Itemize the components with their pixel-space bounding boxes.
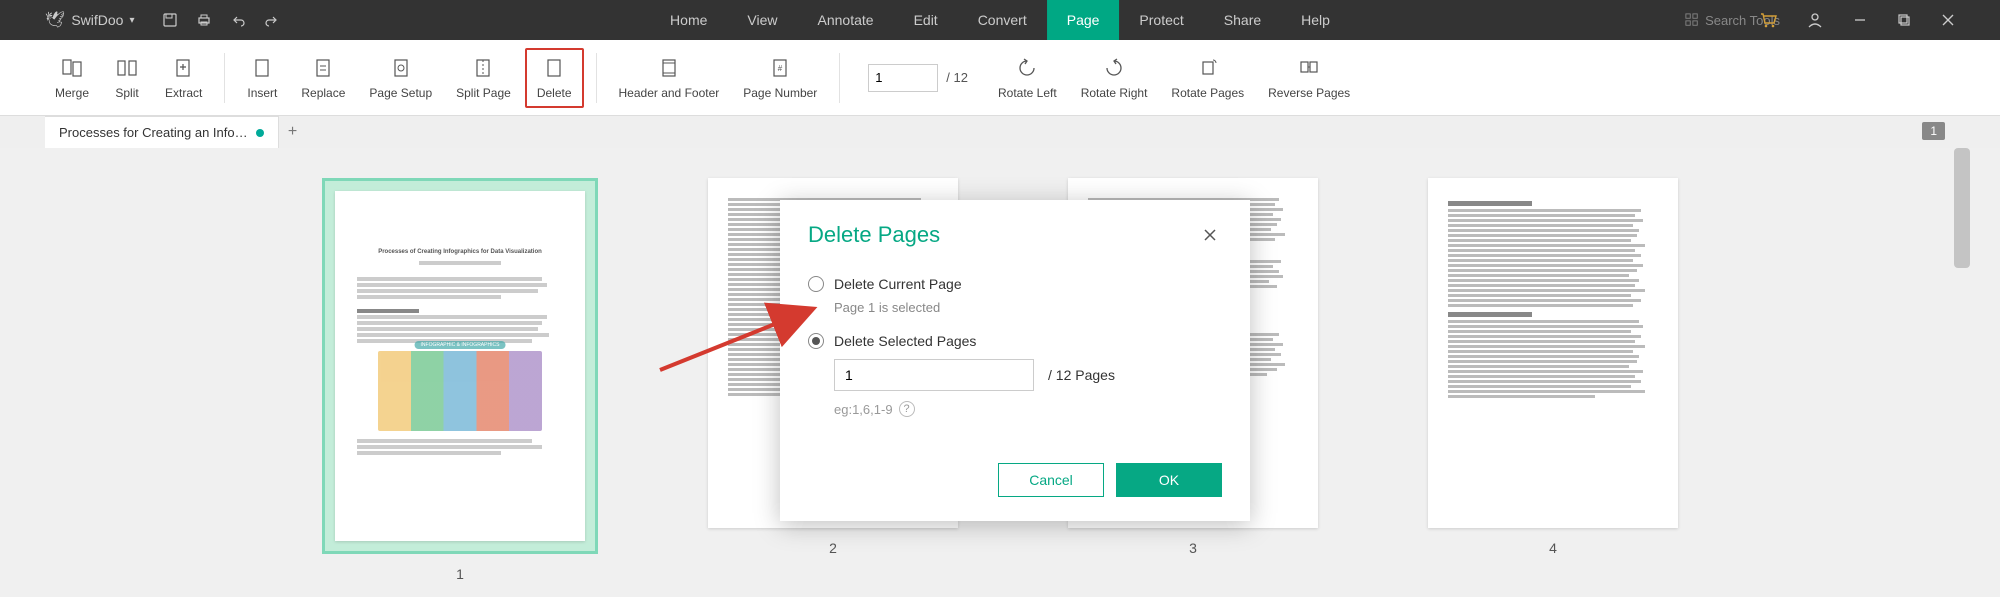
rotate-right-icon [1102,56,1126,80]
page-label: 2 [829,540,837,556]
page-thumb-4[interactable]: 4 [1428,178,1678,556]
page-number-icon: # [768,56,792,80]
menu-view[interactable]: View [727,0,797,40]
menubar: Home View Annotate Edit Convert Page Pro… [650,0,1350,40]
pages-total-suffix: / 12 Pages [1048,367,1115,383]
extract-button[interactable]: Extract [155,50,212,106]
rotate-pages-icon [1196,56,1220,80]
vertical-scrollbar[interactable] [1954,148,1970,588]
replace-button[interactable]: Replace [291,50,355,106]
split-page-button[interactable]: Split Page [446,50,521,106]
menu-home[interactable]: Home [650,0,727,40]
page-thumb-1[interactable]: Processes of Creating Infographics for D… [322,178,598,582]
page-setup-icon [389,56,413,80]
page-label: 1 [456,566,464,582]
ok-button[interactable]: OK [1116,463,1222,497]
page-setup-button[interactable]: Page Setup [359,50,442,106]
menu-annotate[interactable]: Annotate [798,0,894,40]
document-tab[interactable]: Processes for Creating an Info… [45,116,279,148]
minimize-icon[interactable] [1853,13,1867,27]
radio-icon [808,276,824,292]
merge-icon [60,56,84,80]
separator [224,53,225,103]
page-number-button[interactable]: # Page Number [733,50,827,106]
save-icon[interactable] [162,12,178,28]
rotate-left-icon [1015,56,1039,80]
insert-icon [250,56,274,80]
split-icon [115,56,139,80]
header-footer-button[interactable]: Header and Footer [609,50,730,106]
undo-icon[interactable] [230,12,246,28]
insert-button[interactable]: Insert [237,50,287,106]
dialog-title: Delete Pages [808,222,940,248]
dialog-close-button[interactable] [1198,223,1222,247]
delete-button[interactable]: Delete [525,48,584,108]
menu-page[interactable]: Page [1047,0,1120,40]
app-logo: 🕊 SwifDoo ▾ [45,10,134,30]
menu-convert[interactable]: Convert [958,0,1047,40]
rotate-left-button[interactable]: Rotate Left [988,50,1067,106]
page-indicator-badge: 1 [1922,122,1945,140]
reverse-pages-icon [1297,56,1321,80]
titlebar: 🕊 SwifDoo ▾ Home View Annotate Edit Conv… [0,0,2000,40]
pages-range-input[interactable] [834,359,1034,391]
radio-delete-current[interactable]: Delete Current Page [808,276,1222,292]
split-button[interactable]: Split [103,50,151,106]
split-page-icon [471,56,495,80]
help-icon[interactable]: ? [899,401,915,417]
print-icon[interactable] [196,12,212,28]
menu-protect[interactable]: Protect [1119,0,1203,40]
page-label: 3 [1189,540,1197,556]
tab-title: Processes for Creating an Info… [59,125,248,140]
reverse-pages-button[interactable]: Reverse Pages [1258,50,1360,106]
ribbon-toolbar: Merge Split Extract Insert Replace Page … [0,40,2000,116]
merge-button[interactable]: Merge [45,50,99,106]
replace-icon [311,56,335,80]
radio-current-sub: Page 1 is selected [834,300,1222,315]
rotate-right-button[interactable]: Rotate Right [1071,50,1158,106]
menu-edit[interactable]: Edit [894,0,958,40]
maximize-icon[interactable] [1897,13,1911,27]
pages-example: eg:1,6,1-9 [834,402,893,417]
scrollbar-thumb[interactable] [1954,148,1970,268]
cart-icon[interactable] [1759,11,1777,29]
svg-text:#: # [778,64,783,73]
app-name: SwifDoo [71,12,123,28]
add-tab-button[interactable]: + [279,116,307,148]
menu-help[interactable]: Help [1281,0,1350,40]
radio-delete-selected[interactable]: Delete Selected Pages [808,333,1222,349]
radio-icon [808,333,824,349]
delete-pages-dialog: Delete Pages Delete Current Page Page 1 … [780,200,1250,521]
unsaved-dot-icon [256,129,264,137]
separator [839,53,840,103]
extract-icon [172,56,196,80]
total-pages: / 12 [946,70,968,85]
page-label: 4 [1549,540,1557,556]
page-navigation: / 12 [868,64,968,92]
redo-icon[interactable] [264,12,280,28]
grid-icon [1685,13,1699,27]
separator [596,53,597,103]
logo-icon: 🕊 [45,10,65,30]
cancel-button[interactable]: Cancel [998,463,1104,497]
menu-share[interactable]: Share [1204,0,1281,40]
current-page-input[interactable] [868,64,938,92]
header-footer-icon [657,56,681,80]
delete-icon [542,56,566,80]
close-icon[interactable] [1941,13,1955,27]
rotate-pages-button[interactable]: Rotate Pages [1161,50,1254,106]
document-tabbar: Processes for Creating an Info… + 1 [0,116,2000,148]
user-icon[interactable] [1807,12,1823,28]
app-dropdown-icon[interactable]: ▾ [129,15,134,26]
